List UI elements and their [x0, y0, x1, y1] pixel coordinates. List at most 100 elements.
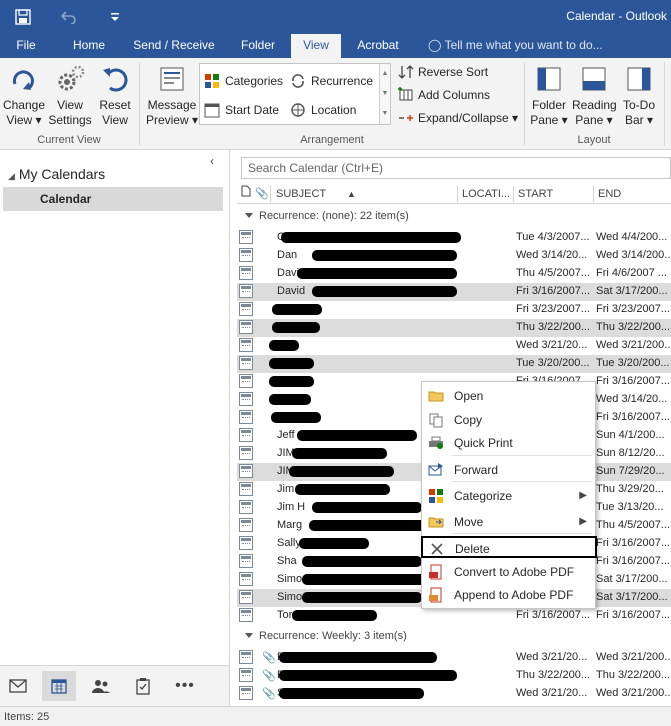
calendar-icon[interactable]: [42, 671, 76, 701]
menu-item-label: Convert to Adobe PDF: [454, 565, 575, 579]
expand-collapse-label: Expand/Collapse ▾: [418, 111, 519, 125]
arrangement-recurrence[interactable]: Recurrence: [290, 73, 373, 89]
attachment-icon[interactable]: 📎: [255, 184, 269, 204]
gallery-scroll[interactable]: ▲ ▼ ▼: [379, 64, 390, 124]
menu-item-append-to-adobe-pdf[interactable]: Append to Adobe PDF: [422, 584, 595, 606]
menu-item-copy[interactable]: Copy: [422, 409, 595, 431]
tasks-icon[interactable]: [126, 671, 160, 701]
menu-item-open[interactable]: Open: [422, 385, 595, 407]
column-separator[interactable]: [270, 186, 271, 202]
column-location[interactable]: LOCATI...: [462, 184, 510, 204]
row-start: Wed 3/21/20...: [516, 687, 588, 699]
window-title: Calendar - Outlook: [566, 9, 667, 23]
appointment-row[interactable]: FlTue 3/20/200...Tue 3/20/200...: [237, 355, 671, 373]
column-end[interactable]: END: [598, 184, 621, 204]
menu-item-convert-to-adobe-pdf[interactable]: Convert to Adobe PDF: [422, 561, 595, 583]
expand-collapse-button[interactable]: Expand/Collapse ▾: [398, 110, 518, 126]
menu-item-categorize[interactable]: Categorize ▶: [422, 485, 595, 507]
customize-qat-icon[interactable]: [104, 7, 126, 27]
tab-send-receive[interactable]: Send / Receive: [128, 34, 220, 58]
arrangement-location[interactable]: Location: [290, 102, 356, 118]
column-separator[interactable]: [513, 186, 514, 202]
reading-pane-icon: [582, 67, 606, 91]
row-subject: David: [277, 285, 306, 297]
view-settings-button[interactable]: View Settings: [48, 64, 92, 128]
more-icon[interactable]: •••: [168, 671, 202, 701]
calendar-icon: [204, 103, 220, 118]
group-header-weekly[interactable]: Recurrence: Weekly: 3 item(s): [237, 625, 671, 647]
mail-icon[interactable]: [1, 671, 35, 701]
add-columns-button[interactable]: Add Columns: [398, 87, 490, 103]
tell-me-search[interactable]: ◯ Tell me what you want to do...: [428, 34, 603, 58]
row-end: Tue 3/20/200...: [596, 357, 670, 369]
undo-icon[interactable]: [58, 7, 80, 27]
people-icon[interactable]: [84, 671, 118, 701]
expand-arrow-icon[interactable]: [245, 213, 253, 218]
row-end: Fri 3/16/2007...: [596, 375, 670, 387]
redaction-mark: [297, 430, 417, 441]
menu-separator: [452, 455, 592, 456]
folder-pane-button[interactable]: Folder Pane ▾: [528, 64, 570, 128]
row-end: Sun 7/29/20...: [596, 465, 665, 477]
menu-item-move[interactable]: Move ▶: [422, 511, 595, 533]
appointment-row[interactable]: David Fri 3/16/2007... Sat 3/17/200...: [237, 283, 671, 301]
recurring-appointment-row[interactable]: 📎SalWed 3/21/20...Wed 3/21/200...: [237, 685, 671, 703]
arrangement-start-date[interactable]: Start Date: [204, 102, 279, 118]
my-calendars-header[interactable]: ◢ My Calendars: [8, 166, 105, 182]
appointment-icon: [239, 284, 253, 298]
collapse-pane-icon[interactable]: ‹: [210, 154, 214, 168]
column-start[interactable]: START: [518, 184, 553, 204]
message-preview-icon: [160, 67, 184, 91]
pdf-icon: [428, 564, 444, 580]
appointment-row[interactable]: Tor Fri 3/16/2007... Fri 3/16/2007...: [237, 607, 671, 625]
folder-pane-label-1: Folder: [531, 98, 566, 112]
pane-splitter[interactable]: [229, 150, 230, 706]
menu-item-quick-print[interactable]: Quick Print: [422, 432, 595, 454]
appointment-row[interactable]: Dan Wed 3/14/20... Wed 3/14/200...: [237, 247, 671, 265]
arrangement-categories[interactable]: Categories: [204, 73, 283, 89]
menu-item-forward[interactable]: Forward: [422, 459, 595, 481]
message-preview-button[interactable]: Message Preview ▾: [144, 64, 200, 128]
column-separator[interactable]: [457, 186, 458, 202]
globe-icon: [291, 103, 305, 117]
row-subject: Simo: [277, 591, 303, 603]
appointment-row[interactable]: FlWed 3/21/20...Wed 3/21/200...: [237, 337, 671, 355]
row-end: Thu 4/5/2007...: [596, 519, 670, 531]
reset-view-button[interactable]: Reset View: [94, 64, 136, 128]
group-header-none[interactable]: Recurrence: (none): 22 item(s): [237, 205, 671, 227]
appointment-row[interactable]: FLIThu 3/22/200...Thu 3/22/200...: [237, 319, 671, 337]
calendar-folder-item[interactable]: Calendar: [3, 187, 223, 211]
menu-item-label: Append to Adobe PDF: [454, 588, 574, 602]
row-subject: Sally: [277, 537, 301, 549]
menu-item-delete[interactable]: Delete: [421, 536, 597, 558]
appointment-row[interactable]: CALLTue 4/3/2007...Wed 4/4/200...: [237, 229, 671, 247]
row-start: Tue 4/3/2007...: [516, 231, 590, 243]
reading-pane-button[interactable]: Reading Pane ▾: [572, 64, 617, 128]
todo-bar-button[interactable]: To-Do Bar ▾: [618, 64, 660, 128]
tab-folder[interactable]: Folder: [232, 34, 284, 58]
row-subject: Dan: [277, 249, 298, 261]
todo-bar-icon: [627, 67, 651, 91]
tab-home[interactable]: Home: [64, 34, 114, 58]
column-separator[interactable]: [593, 186, 594, 202]
reverse-sort-button[interactable]: Reverse Sort: [398, 64, 488, 80]
appointment-icon: [239, 302, 253, 316]
recurring-appointment-row[interactable]: 📎PerThu 3/22/200...Thu 3/22/200...: [237, 667, 671, 685]
row-start: Wed 3/21/20...: [516, 339, 588, 351]
redaction-mark: [297, 268, 457, 279]
tab-view[interactable]: View: [291, 34, 341, 58]
row-end: Fri 3/23/2007...: [596, 303, 670, 315]
save-icon[interactable]: [12, 7, 34, 27]
expand-arrow-icon[interactable]: [245, 633, 253, 638]
appointment-row[interactable]: Davi Thu 4/5/2007... Fri 4/6/2007 ...: [237, 265, 671, 283]
recurring-appointment-icon: [239, 668, 253, 682]
change-view-button[interactable]: Change View ▾: [2, 64, 46, 128]
tab-file[interactable]: File: [6, 34, 46, 58]
doc-icon[interactable]: [241, 184, 251, 204]
appointment-row[interactable]: FLIFri 3/23/2007...Fri 3/23/2007...: [237, 301, 671, 319]
tab-acrobat[interactable]: Acrobat: [350, 34, 406, 58]
recurring-appointment-row[interactable]: 📎PauWed 3/21/20...Wed 3/21/200...: [237, 649, 671, 667]
search-input[interactable]: Search Calendar (Ctrl+E): [241, 157, 671, 179]
column-subject[interactable]: SUBJECT: [276, 184, 326, 204]
add-columns-label: Add Columns: [418, 88, 491, 102]
